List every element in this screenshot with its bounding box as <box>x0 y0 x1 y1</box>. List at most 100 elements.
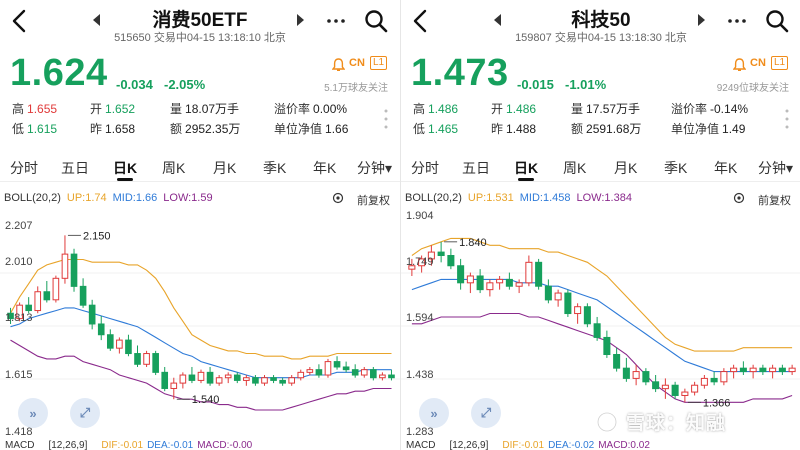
kline-chart[interactable]: 1.8401.366 <box>401 206 800 438</box>
macd-value: MACD:-0.00 <box>197 440 253 450</box>
premium-value: 0.00% <box>313 102 348 116</box>
candle-body <box>52 277 60 301</box>
amount-value: 2952.35万 <box>185 122 241 136</box>
search-icon[interactable] <box>364 9 388 33</box>
kline-chart[interactable]: 2.150 1.540 <box>0 206 400 438</box>
tab-quarterly-k[interactable]: 季K <box>664 158 687 178</box>
vertical-more-icon[interactable] <box>383 108 389 130</box>
tab-intraday[interactable]: 分时 <box>10 158 38 178</box>
candle-body <box>97 323 105 336</box>
macd-dea: DEA:-0.02 <box>548 440 595 450</box>
tab-monthly-k[interactable]: 月K <box>614 158 637 178</box>
fullscreen-icon[interactable]: ⤢ <box>471 398 501 428</box>
candle-body <box>34 291 42 312</box>
candle-body <box>152 353 159 373</box>
boll-upper-line <box>411 237 793 352</box>
amount-label: 额 <box>571 122 584 136</box>
candle-body <box>476 275 484 291</box>
tab-quarterly-k[interactable]: 季K <box>263 158 286 178</box>
tab-weekly-k[interactable]: 周K <box>563 158 586 178</box>
adjust-settings-icon[interactable] <box>332 192 344 204</box>
y-tick-label: 1.418 <box>5 426 33 438</box>
bell-icon[interactable] <box>332 58 345 72</box>
volume-label: 量 <box>571 102 584 116</box>
macd-params: [12,26,9] <box>449 440 489 450</box>
boll-mid: MID:1.66 <box>112 192 158 204</box>
high-marker-label: 1.840 <box>459 237 487 249</box>
tab-minute[interactable]: 分钟▾ <box>758 158 793 178</box>
candle-body <box>179 374 187 384</box>
candle-body <box>161 371 169 389</box>
market-badge: CN <box>750 57 766 69</box>
candle-body <box>70 253 78 287</box>
candle-body <box>270 377 277 381</box>
tab-five-day[interactable]: 五日 <box>462 158 490 178</box>
nav-label: 单位净值 <box>671 122 720 136</box>
candle-body <box>447 255 455 267</box>
prev-close-value: 1.488 <box>506 122 537 136</box>
boll-up: UP:1.74 <box>66 192 107 204</box>
more-icon[interactable] <box>325 13 347 29</box>
candle-body <box>603 336 611 356</box>
tab-five-day[interactable]: 五日 <box>61 158 89 178</box>
stock-code: 515650 <box>114 32 151 44</box>
y-tick-label: 1.615 <box>5 369 33 381</box>
next-stock-icon[interactable] <box>697 14 705 26</box>
candle-body <box>622 367 630 379</box>
candle-body <box>671 384 679 396</box>
vertical-more-icon[interactable] <box>784 108 790 130</box>
high-value: 1.486 <box>428 102 459 116</box>
amount-label: 额 <box>170 122 183 136</box>
low-value: 1.615 <box>27 122 58 136</box>
volume-value: 18.07万手 <box>185 102 240 116</box>
candle-body <box>233 374 241 381</box>
tab-monthly-k[interactable]: 月K <box>213 158 236 178</box>
more-icon[interactable] <box>726 13 748 29</box>
candle-body <box>700 377 708 386</box>
high-value: 1.655 <box>27 102 58 116</box>
candle-body <box>261 377 268 384</box>
candle-body <box>106 334 114 349</box>
tab-daily-k[interactable]: 日K <box>514 158 538 178</box>
low-label: 低 <box>413 122 426 136</box>
prev-close-label: 昨 <box>491 122 504 136</box>
candle-body <box>720 371 728 383</box>
candle-body <box>206 371 214 384</box>
tab-yearly-k[interactable]: 年K <box>313 158 336 178</box>
boll-low: LOW:1.384 <box>576 192 632 204</box>
fullscreen-icon[interactable]: ⤢ <box>70 398 100 428</box>
active-tab-indicator <box>117 178 133 181</box>
search-icon[interactable] <box>765 9 789 33</box>
watermark: 雪球：知融 <box>626 413 727 434</box>
prev-close-value: 1.658 <box>105 122 136 136</box>
candle-body <box>306 369 314 373</box>
price-change: -0.015 <box>517 77 554 92</box>
macd-value: MACD:0.02 <box>598 440 650 450</box>
candle-body <box>360 369 368 376</box>
next-stock-icon[interactable] <box>296 14 304 26</box>
stock-code: 159807 <box>515 32 552 44</box>
tab-minute[interactable]: 分钟▾ <box>357 158 392 178</box>
macd-legend: MACD [12,26,9] DIF:-0.01 DEA:-0.02 MACD:0.02 <box>406 440 650 450</box>
candle-body <box>652 381 660 390</box>
tab-intraday[interactable]: 分时 <box>411 158 439 178</box>
boll-mid: MID:1.458 <box>519 192 571 204</box>
amount-value: 2591.68万 <box>586 122 642 136</box>
price-change: -0.034 <box>116 77 153 92</box>
level-badge: L1 <box>370 56 388 70</box>
tab-weekly-k[interactable]: 周K <box>162 158 185 178</box>
nav-value: 1.49 <box>722 122 746 136</box>
candle-body <box>730 367 738 373</box>
candle-body <box>544 285 552 301</box>
tab-daily-k[interactable]: 日K <box>113 158 137 178</box>
candle-body <box>43 291 51 301</box>
candle-body <box>61 253 69 279</box>
premium-value: -0.14% <box>710 102 749 116</box>
expand-panel-icon[interactable]: » <box>419 398 449 428</box>
current-price: 1.624 <box>10 52 108 94</box>
expand-panel-icon[interactable]: » <box>18 398 48 428</box>
bell-icon[interactable] <box>733 58 746 72</box>
tab-yearly-k[interactable]: 年K <box>714 158 737 178</box>
candle-body <box>681 391 689 396</box>
adjust-settings-icon[interactable] <box>733 192 745 204</box>
